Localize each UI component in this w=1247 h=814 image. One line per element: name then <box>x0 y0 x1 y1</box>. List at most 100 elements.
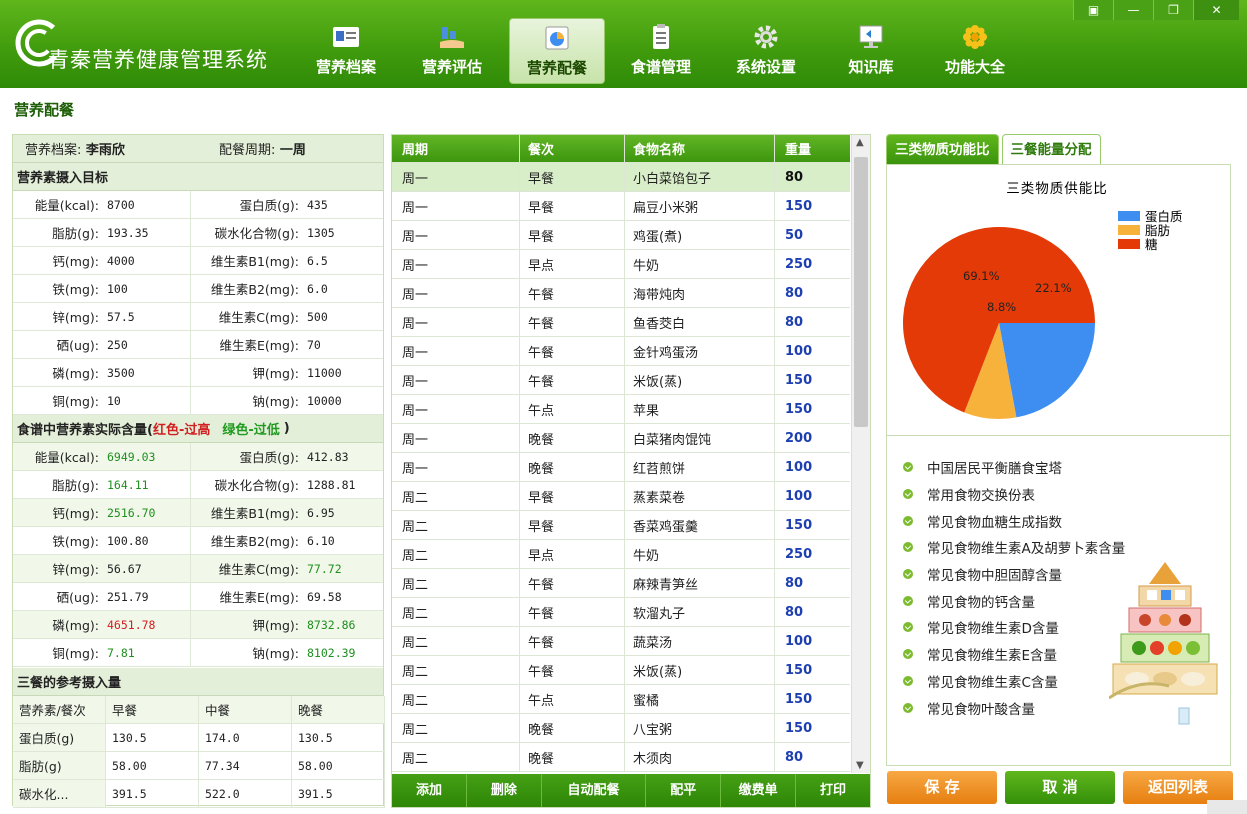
knowledge-link-label[interactable]: 常见食物维生素A及胡萝卜素含量 <box>927 537 1125 557</box>
auto-plan-button[interactable]: 自动配餐 <box>542 774 647 807</box>
table-row[interactable]: 周一 午餐 金针鸡蛋汤 100 <box>392 337 850 366</box>
nav-label: 营养配餐 <box>526 59 587 77</box>
table-row[interactable]: 周一 早餐 小白菜馅包子 80 <box>392 163 850 192</box>
delete-button[interactable]: 删除 <box>467 774 542 807</box>
knowledge-link-item[interactable]: 常见食物中胆固醇含量 <box>903 561 1125 588</box>
nav-system-settings[interactable]: 系统设置 <box>718 18 814 84</box>
hand-chart-icon <box>440 27 464 48</box>
col-meal[interactable]: 餐次 <box>520 135 625 162</box>
table-row[interactable]: 周二 午餐 米饭(蒸) 150 <box>392 656 850 685</box>
meal-cell: 晚餐 <box>520 714 625 742</box>
col-period[interactable]: 周期 <box>392 135 520 162</box>
period-cell: 周一 <box>392 366 520 394</box>
add-button[interactable]: 添加 <box>392 774 467 807</box>
food-cell: 米饭(蒸) <box>625 656 775 684</box>
actual-row: 锌(mg): 56.67 维生素C(mg): 77.72 <box>13 555 383 583</box>
scroll-up-icon[interactable]: ▲ <box>856 137 864 148</box>
knowledge-link-item[interactable]: 中国居民平衡膳食宝塔 <box>903 454 1125 481</box>
knowledge-link-item[interactable]: 常见食物叶酸含量 <box>903 694 1125 721</box>
print-button[interactable]: 打印 <box>796 774 870 807</box>
balance-button[interactable]: 配平 <box>646 774 722 807</box>
resize-grip[interactable] <box>1207 800 1247 814</box>
table-row[interactable]: 周二 早点 牛奶 250 <box>392 540 850 569</box>
nav-recipe-management[interactable]: 食谱管理 <box>613 18 709 84</box>
col-food[interactable]: 食物名称 <box>625 135 775 162</box>
knowledge-link-label[interactable]: 常见食物维生素E含量 <box>927 644 1057 664</box>
menu-scrollbar[interactable]: ▲ ▼ <box>851 135 870 773</box>
nutrient-value: 1305 <box>307 225 335 240</box>
knowledge-link-item[interactable]: 常见食物维生素E含量 <box>903 641 1125 668</box>
table-row[interactable]: 周二 午餐 麻辣青笋丝 80 <box>392 569 850 598</box>
col-weight[interactable]: 重量 <box>775 135 850 162</box>
table-row[interactable]: 周一 早点 牛奶 250 <box>392 250 850 279</box>
nutrient-label: 脂肪(g): <box>52 478 99 493</box>
knowledge-link-item[interactable]: 常用食物交换份表 <box>903 481 1125 508</box>
table-row[interactable]: 周一 午点 苹果 150 <box>392 395 850 424</box>
actual-row: 磷(mg): 4651.78 钾(mg): 8732.86 <box>13 611 383 639</box>
tab-energy-ratio[interactable]: 三类物质功能比 <box>886 134 999 164</box>
period-cell: 周一 <box>392 163 520 191</box>
table-row[interactable]: 周二 午餐 软溜丸子 80 <box>392 598 850 627</box>
nutrient-value: 69.58 <box>307 589 342 604</box>
knowledge-link-label[interactable]: 常见食物的钙含量 <box>927 591 1035 611</box>
table-row[interactable]: 周一 早餐 扁豆小米粥 150 <box>392 192 850 221</box>
scroll-down-icon[interactable]: ▼ <box>856 760 864 771</box>
knowledge-link-item[interactable]: 常见食物维生素A及胡萝卜素含量 <box>903 534 1125 561</box>
nav-label: 知识库 <box>848 58 894 76</box>
nutrient-label: 锌(mg): <box>52 310 99 325</box>
tab-meal-energy[interactable]: 三餐能量分配 <box>1001 134 1101 164</box>
save-button[interactable]: 保 存 <box>887 771 997 804</box>
table-row[interactable]: 周二 午点 蜜橘 150 <box>392 685 850 714</box>
table-row[interactable]: 周二 午餐 蔬菜汤 100 <box>392 627 850 656</box>
nav-nutrition-assessment[interactable]: 营养评估 <box>404 18 500 84</box>
nutrient-label: 维生素E(mg): <box>219 338 299 353</box>
table-row[interactable]: 周一 午餐 鱼香茭白 80 <box>392 308 850 337</box>
profile-row: 营养档案: 李雨欣 配餐周期: 一周 <box>13 135 383 163</box>
table-row[interactable]: 周一 晚餐 白菜猪肉馄饨 200 <box>392 424 850 453</box>
period-cell: 周二 <box>392 598 520 626</box>
food-cell: 木须肉 <box>625 743 775 771</box>
nav-knowledge-base[interactable]: 知识库 <box>823 18 919 84</box>
knowledge-link-label[interactable]: 常用食物交换份表 <box>927 484 1035 504</box>
nutrient-label: 能量(kcal): <box>34 450 99 465</box>
maximize-icon[interactable]: ❐ <box>1153 0 1193 20</box>
meal-cell: 午餐 <box>520 656 625 684</box>
knowledge-link-item[interactable]: 常见食物维生素C含量 <box>903 668 1125 695</box>
minimize-icon[interactable]: — <box>1113 0 1153 20</box>
table-row[interactable]: 周二 晚餐 八宝粥 150 <box>392 714 850 743</box>
target-cell: 铜(mg): 10 <box>13 387 191 414</box>
table-row[interactable]: 周二 早餐 香菜鸡蛋羹 150 <box>392 511 850 540</box>
nav-nutrition-archive[interactable]: 营养档案 <box>298 18 394 84</box>
knowledge-link-label[interactable]: 常见食物维生素D含量 <box>927 617 1059 637</box>
meal-cell: 早餐 <box>520 511 625 539</box>
nav-meal-planning[interactable]: 营养配餐 <box>509 18 605 84</box>
nutrient-value: 250 <box>107 337 128 352</box>
table-row[interactable]: 周二 早餐 蒸素菜卷 100 <box>392 482 850 511</box>
table-row[interactable]: 周一 午餐 海带炖肉 80 <box>392 279 850 308</box>
knowledge-link-label[interactable]: 常见食物中胆固醇含量 <box>927 564 1062 584</box>
target-cell: 维生素E(mg): 70 <box>191 331 383 358</box>
restore-small-icon[interactable]: ▣ <box>1073 0 1113 20</box>
actual-row: 能量(kcal): 6949.03 蛋白质(g): 412.83 <box>13 443 383 471</box>
knowledge-link-label[interactable]: 常见食物血糖生成指数 <box>927 511 1062 531</box>
close-icon[interactable]: ✕ <box>1193 0 1239 20</box>
knowledge-link-item[interactable]: 常见食物血糖生成指数 <box>903 507 1125 534</box>
knowledge-link-item[interactable]: 常见食物的钙含量 <box>903 587 1125 614</box>
meal-cell: 午餐 <box>520 337 625 365</box>
table-row[interactable]: 周一 午餐 米饭(蒸) 150 <box>392 366 850 395</box>
bill-button[interactable]: 缴费单 <box>721 774 797 807</box>
table-row[interactable]: 周二 晚餐 木须肉 80 <box>392 743 850 772</box>
knowledge-link-label[interactable]: 中国居民平衡膳食宝塔 <box>927 457 1062 477</box>
knowledge-link-label[interactable]: 常见食物叶酸含量 <box>927 698 1035 718</box>
scroll-thumb[interactable] <box>854 157 868 427</box>
meal-cell: 早餐 <box>520 221 625 249</box>
table-row[interactable]: 周一 晚餐 红苕煎饼 100 <box>392 453 850 482</box>
nav-all-functions[interactable]: 功能大全 <box>927 18 1023 84</box>
knowledge-link-item[interactable]: 常见食物维生素D含量 <box>903 614 1125 641</box>
nutrient-value: 77.72 <box>307 561 342 576</box>
meal-cell: 午点 <box>520 395 625 423</box>
knowledge-link-label[interactable]: 常见食物维生素C含量 <box>927 671 1058 691</box>
cancel-button[interactable]: 取 消 <box>1005 771 1115 804</box>
table-row[interactable]: 周一 早餐 鸡蛋(煮) 50 <box>392 221 850 250</box>
menu-header-row: 周期 餐次 食物名称 重量 <box>392 135 850 163</box>
